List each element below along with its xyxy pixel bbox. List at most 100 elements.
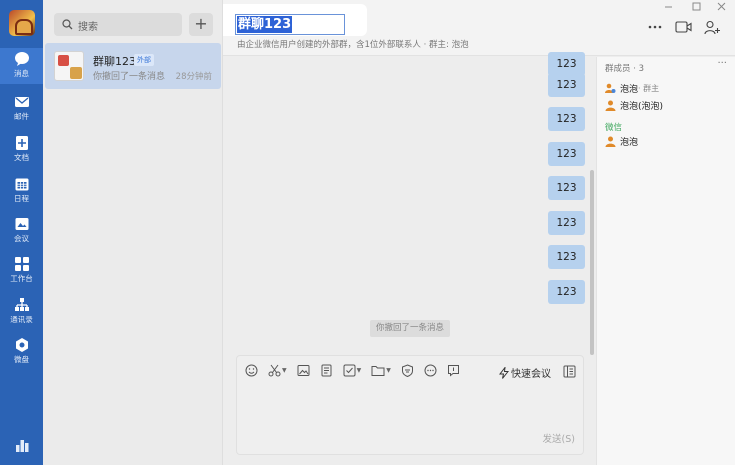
document-icon [15,136,28,150]
member-item[interactable]: 泡泡 [605,135,638,148]
members-panel: 群成员 · 3 ··· 泡泡 · 群主 泡泡(泡泡) 微信 泡泡 [596,57,735,465]
emoji-button[interactable] [245,364,258,377]
member-name: 泡泡 [620,85,639,95]
nav-label: 会议 [14,234,29,243]
member-item[interactable]: 泡泡(泡泡) [605,99,663,112]
more-apps-icon[interactable] [14,438,30,454]
nav-item-drive[interactable]: 微盘 [0,334,43,370]
nav-item-mail[interactable]: 邮件 [0,91,43,127]
members-count-header: 群成员 · 3 [605,64,645,74]
shield-icon [401,364,413,377]
group-name-input[interactable]: 群聊123 [235,14,345,35]
external-badge: 外部 [134,54,154,66]
user-avatar[interactable] [9,10,35,36]
message-bubble[interactable]: 123 [548,73,585,97]
nav-label: 文档 [14,153,29,162]
conversation-item[interactable]: 群聊123 外部 你撤回了一条消息 28分钟前 [45,43,221,89]
add-button[interactable]: + [189,13,213,36]
group-avatar [54,51,84,81]
group-description: 由企业微信用户创建的外部群，含1位外部联系人 · 群主: 泡泡 [237,40,469,50]
more-button[interactable] [648,20,662,37]
quick-meeting-button[interactable]: 快速会议 [499,365,551,380]
close-button[interactable] [717,2,726,14]
search-placeholder: 搜索 [78,22,98,33]
side-panel-button[interactable] [563,365,576,381]
conversation-name: 群聊123 [93,55,136,68]
message-area: 123 123 123 123 123 123 123 123 你撤回了一条消息 [223,52,596,353]
search-icon [62,19,73,30]
message-bubble[interactable]: 123 [548,142,585,166]
message-bubble[interactable]: 123 [548,280,585,304]
message-bubble[interactable]: 123 [548,211,585,235]
image-button[interactable] [297,364,310,377]
drive-icon [15,338,28,352]
more-circle-icon [424,364,437,377]
nav-item-messages[interactable]: 消息 [0,48,43,84]
file-text-icon [321,364,332,377]
calendar-icon [15,178,28,191]
chat-scrollbar[interactable] [590,170,594,355]
nav-item-docs[interactable]: 文档 [0,132,43,168]
chat-bubble-icon [14,52,29,66]
conversation-last-message: 你撤回了一条消息 [93,72,166,82]
conversation-time: 28分钟前 [175,72,212,82]
owner-tag: · 群主 [638,84,660,93]
nav-item-workbench[interactable]: 工作台 [0,253,43,289]
member-name: 泡泡(泡泡) [620,102,664,112]
search-bar: 搜索 + [54,13,227,36]
chat-record-button[interactable] [447,364,460,377]
message-composer[interactable]: ▼ ▼ ▼ 快速会议 发送(S) [236,355,584,455]
nav-label: 工作台 [10,274,33,283]
maximize-icon [692,2,701,11]
left-nav: 消息 邮件 文档 日程 会议 工作台 通讯录 微盘 [0,0,43,465]
dropdown-caret-icon[interactable]: ▼ [282,367,287,374]
message-bubble[interactable]: 123 [548,176,585,200]
conversation-list: 搜索 + 群聊123 外部 你撤回了一条消息 28分钟前 [43,0,223,465]
message-bubble[interactable]: 123 [548,107,585,131]
add-member-button[interactable] [704,20,721,38]
title-container: 群聊123 [223,4,367,36]
document-button[interactable] [320,364,333,377]
nav-item-contacts[interactable]: 通讯录 [0,294,43,330]
task-button[interactable]: ▼ [343,364,362,377]
scissors-icon [268,364,281,377]
minimize-button[interactable] [664,2,673,14]
maximize-button[interactable] [692,2,701,14]
group-owner-icon [605,83,616,93]
dropdown-caret-icon[interactable]: ▼ [386,367,391,374]
contacts-icon [14,298,29,311]
person-icon [605,100,616,111]
member-owner[interactable]: 泡泡 · 群主 [605,82,659,95]
nav-label: 消息 [14,69,29,78]
recall-notice: 你撤回了一条消息 [370,320,451,337]
nav-label: 微盘 [14,355,29,364]
screenshot-button[interactable]: ▼ [268,364,287,377]
dropdown-caret-icon[interactable]: ▼ [357,367,362,374]
checkbox-icon [343,364,356,377]
video-call-button[interactable] [675,20,692,37]
add-person-icon [704,20,720,35]
member-name: 泡泡 [620,138,639,148]
message-bubble[interactable]: 123 [548,245,585,269]
minimize-icon [665,6,672,8]
search-input[interactable]: 搜索 [54,13,182,36]
folder-icon [371,366,385,376]
folder-button[interactable]: ▼ [371,364,391,377]
meeting-icon [15,218,28,230]
mail-icon [14,97,29,107]
members-more-button[interactable]: ··· [717,58,727,69]
send-button[interactable]: 发送(S) [543,431,575,445]
image-icon [297,365,310,376]
nav-item-meeting[interactable]: 会议 [0,213,43,249]
nav-label: 邮件 [14,112,29,121]
more-tools-button[interactable] [424,364,437,377]
chat-header: 群聊123 由企业微信用户创建的外部群，含1位外部联系人 · 群主: 泡泡 [223,0,735,56]
workbench-icon [14,257,29,271]
nav-label: 通讯录 [10,315,33,324]
more-dots-icon [648,25,662,29]
nav-item-calendar[interactable]: 日程 [0,173,43,209]
message-square-icon [447,365,459,377]
shield-button[interactable] [401,364,414,377]
person-icon [605,136,616,147]
close-icon [717,2,726,11]
